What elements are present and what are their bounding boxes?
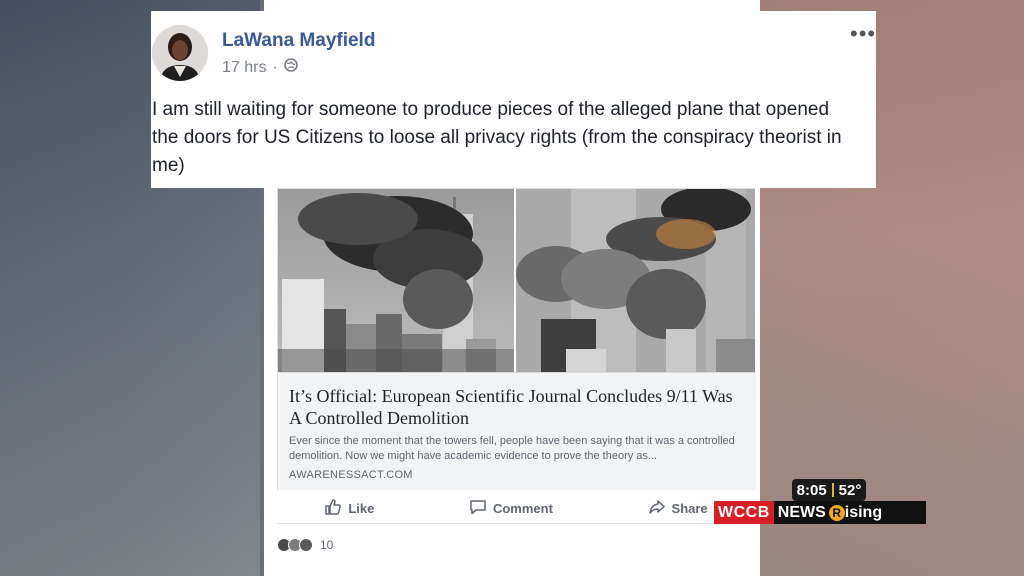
news-logo-bar: WCCB NEWS R ising xyxy=(714,501,926,524)
news-clock: 8:05 52° xyxy=(792,479,866,501)
like-button[interactable]: Like xyxy=(324,498,374,519)
post-actions-bar: Like Comment Share xyxy=(277,494,755,524)
link-preview-card[interactable]: It’s Official: European Scientific Journ… xyxy=(277,188,756,490)
tower-photo-right xyxy=(516,189,755,372)
share-label: Share xyxy=(671,501,708,516)
wccb-logo: WCCB xyxy=(714,501,774,524)
news-rising-logo: NEWS R ising xyxy=(773,501,926,524)
clock-time: 8:05 xyxy=(796,481,827,499)
reactions-summary[interactable]: 10 xyxy=(277,538,333,552)
wow-reaction-icon xyxy=(299,538,313,552)
reaction-count: 10 xyxy=(320,538,334,552)
like-label: Like xyxy=(348,501,375,516)
comment-button[interactable]: Comment xyxy=(469,498,553,519)
globe-icon xyxy=(283,58,298,77)
link-domain: AWARENESSACT.COM xyxy=(289,469,413,481)
comment-bubble-icon xyxy=(469,498,487,519)
comment-label: Comment xyxy=(492,501,553,516)
link-title[interactable]: It’s Official: European Scientific Journ… xyxy=(289,385,739,429)
rising-label: ising xyxy=(844,503,883,521)
share-button[interactable]: Share xyxy=(648,498,708,519)
meta-separator: · xyxy=(272,58,278,76)
clock-temperature: 52° xyxy=(838,481,862,499)
tower-photo-left xyxy=(278,189,514,372)
share-arrow-icon xyxy=(648,498,666,519)
post-timestamp[interactable]: 17 hrs xyxy=(222,59,266,77)
post-text: I am still waiting for someone to produc… xyxy=(152,99,842,176)
reaction-icons xyxy=(277,538,313,552)
thumbs-up-icon xyxy=(324,498,342,519)
link-preview-body: It’s Official: European Scientific Journ… xyxy=(278,372,756,490)
post-meta: 17 hrs · xyxy=(222,58,298,77)
link-description: Ever since the moment that the towers fe… xyxy=(289,435,735,462)
clock-divider xyxy=(831,483,834,497)
more-options-icon[interactable]: ••• xyxy=(850,23,876,45)
avatar[interactable] xyxy=(152,25,208,81)
news-label: NEWS xyxy=(777,503,826,521)
rising-r-icon: R xyxy=(828,504,845,521)
post-author-name[interactable]: LaWana Mayfield xyxy=(222,30,375,52)
